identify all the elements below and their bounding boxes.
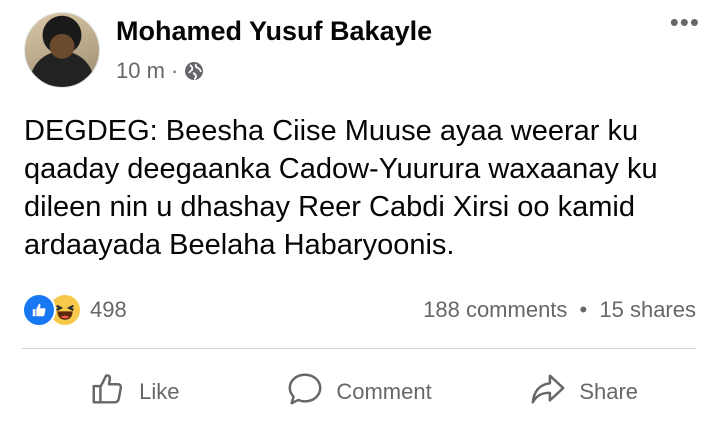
avatar[interactable] — [24, 12, 100, 88]
more-options-icon[interactable]: ••• — [670, 9, 700, 35]
thumbs-up-icon — [89, 370, 127, 414]
like-button[interactable]: Like — [22, 364, 247, 420]
reactions-summary[interactable]: 498 — [22, 293, 127, 327]
divider — [22, 348, 696, 349]
post-stats: 498 188 comments • 15 shares — [22, 292, 696, 328]
share-icon — [529, 370, 567, 414]
post-text: DEGDEG: Beesha Ciise Muuse ayaa weerar k… — [24, 115, 658, 261]
author-name[interactable]: Mohamed Yusuf Bakayle — [116, 16, 432, 47]
like-icon — [22, 293, 56, 327]
like-label: Like — [139, 379, 180, 404]
comment-icon — [286, 370, 324, 414]
engagement-counts: 188 comments • 15 shares — [423, 297, 696, 323]
action-bar: Like Comment Share — [22, 360, 696, 424]
globe-icon[interactable] — [184, 61, 204, 81]
comments-count[interactable]: 188 comments — [423, 297, 567, 322]
share-button[interactable]: Share — [471, 364, 696, 420]
shares-count[interactable]: 15 shares — [599, 297, 696, 322]
counts-separator: • — [579, 297, 588, 322]
reaction-count: 498 — [90, 297, 127, 322]
comment-button[interactable]: Comment — [247, 364, 472, 420]
post-meta: 10 m · — [116, 58, 204, 84]
post-header: Mohamed Yusuf Bakayle 10 m · ••• — [24, 9, 704, 88]
meta-separator: · — [170, 58, 179, 83]
post-time[interactable]: 10 m — [116, 58, 165, 84]
share-label: Share — [579, 379, 639, 404]
comment-label: Comment — [336, 379, 432, 404]
